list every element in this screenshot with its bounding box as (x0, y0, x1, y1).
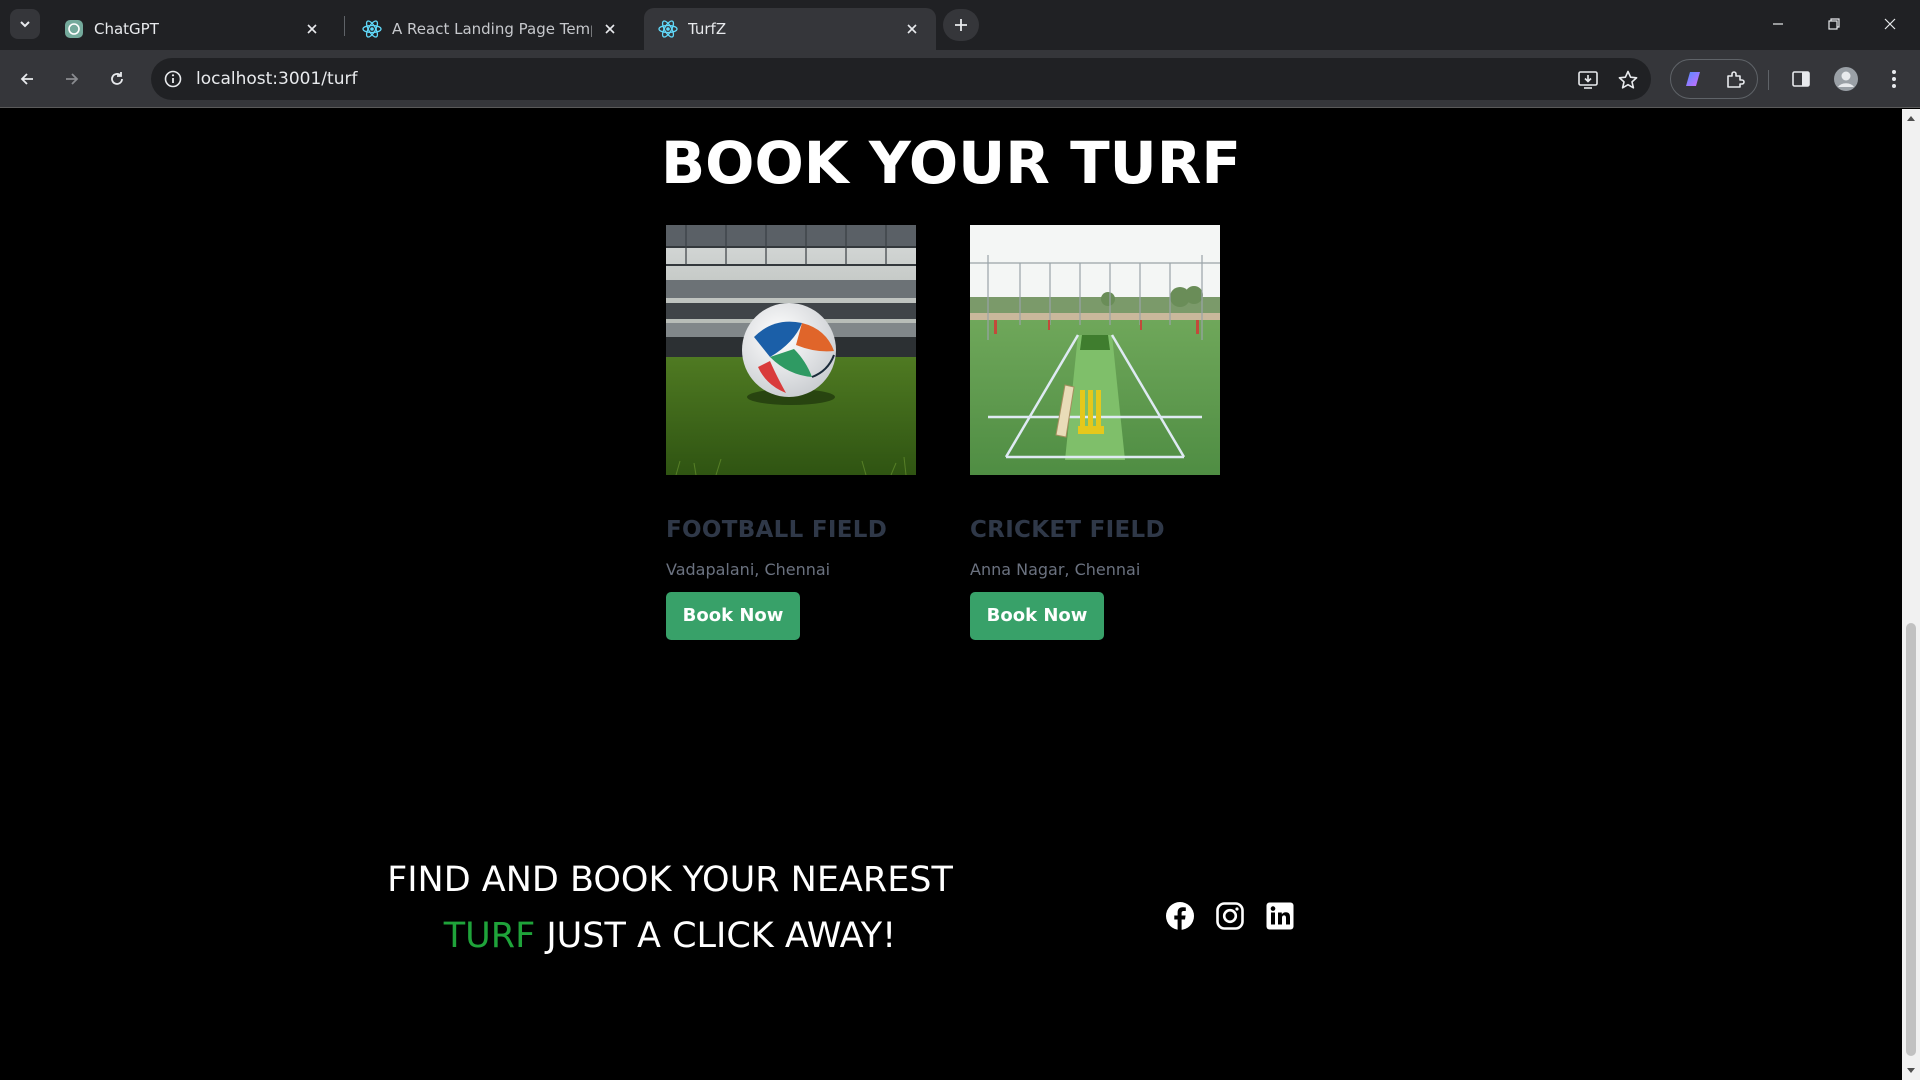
reload-button[interactable] (100, 62, 134, 96)
react-icon (362, 19, 382, 39)
tagline-highlight: TURF (443, 916, 536, 956)
tab-separator (344, 16, 345, 36)
more-vertical-icon (1892, 70, 1896, 88)
close-icon[interactable] (902, 19, 922, 39)
scrollbar-thumb[interactable] (1906, 623, 1916, 1056)
linkedin-icon[interactable] (1264, 900, 1296, 932)
tagline-rest: JUST A CLICK AWAY! (535, 916, 897, 956)
tagline-line-1: FIND AND BOOK YOUR NEAREST (387, 860, 953, 900)
cricket-field-image (970, 225, 1220, 475)
arrow-right-icon (66, 73, 79, 85)
tab-turfz[interactable]: TurfZ (644, 8, 936, 50)
tab-strip: ChatGPT A React Landing Page Templat Tur… (0, 0, 1920, 50)
tagline-line-2: TURF JUST A CLICK AWAY! (345, 908, 995, 964)
react-icon (658, 19, 678, 39)
chatgpt-icon (64, 19, 84, 39)
scroll-up-icon[interactable] (1906, 113, 1916, 123)
tab-title: ChatGPT (94, 20, 159, 38)
avatar (1834, 67, 1858, 91)
page-title: BOOK YOUR TURF (660, 129, 1242, 197)
site-info-icon[interactable] (161, 67, 185, 91)
bookmark-star-icon[interactable] (1614, 66, 1642, 94)
back-button[interactable] (10, 62, 44, 96)
card-title: CRICKET FIELD (970, 517, 1165, 543)
page-viewport: BOOK YOUR TURF FOOTBALL FIELD Vadapalani… (0, 109, 1902, 1080)
tab-title: A React Landing Page Templat (392, 20, 592, 38)
puzzle-icon[interactable] (1723, 67, 1747, 91)
close-window-button[interactable] (1862, 0, 1918, 48)
tab-react-landing[interactable]: A React Landing Page Templat (348, 8, 634, 50)
facebook-icon[interactable] (1164, 900, 1196, 932)
vertical-scrollbar[interactable] (1902, 109, 1920, 1080)
footer-tagline: FIND AND BOOK YOUR NEAREST TURF JUST A C… (345, 852, 995, 964)
book-now-button[interactable]: Book Now (970, 592, 1104, 640)
tab-chatgpt[interactable]: ChatGPT (50, 8, 336, 50)
turf-card-cricket: CRICKET FIELD Anna Nagar, Chennai Book N… (970, 225, 1220, 640)
side-panel-icon (1792, 71, 1810, 87)
plus-icon (955, 19, 967, 31)
football-field-image (666, 225, 916, 475)
side-panel-button[interactable] (1784, 62, 1818, 96)
browser-toolbar: localhost:3001/turf (0, 50, 1920, 108)
address-bar[interactable]: localhost:3001/turf (151, 58, 1651, 100)
chevron-down-icon (20, 21, 30, 28)
minimize-button[interactable] (1750, 0, 1806, 48)
url-text[interactable]: localhost:3001/turf (196, 69, 357, 89)
arrow-left-icon (20, 73, 33, 85)
profile-button[interactable] (1829, 62, 1863, 96)
install-app-icon[interactable] (1574, 66, 1602, 94)
extensions-group (1670, 59, 1758, 99)
close-icon[interactable] (600, 19, 620, 39)
turf-card-football: FOOTBALL FIELD Vadapalani, Chennai Book … (666, 225, 916, 640)
card-title: FOOTBALL FIELD (666, 517, 888, 543)
scroll-down-icon[interactable] (1906, 1066, 1916, 1076)
menu-button[interactable] (1877, 62, 1911, 96)
card-location: Anna Nagar, Chennai (970, 560, 1141, 579)
book-now-button[interactable]: Book Now (666, 592, 800, 640)
close-icon[interactable] (302, 19, 322, 39)
forward-button[interactable] (55, 62, 89, 96)
toolbar-separator (1768, 70, 1769, 90)
tab-title: TurfZ (688, 20, 727, 38)
card-location: Vadapalani, Chennai (666, 560, 831, 579)
instagram-icon[interactable] (1214, 900, 1246, 932)
ai-extension-icon[interactable] (1681, 67, 1705, 91)
new-tab-button[interactable] (943, 9, 979, 41)
close-icon (1884, 18, 1896, 30)
reload-icon (111, 72, 123, 85)
tab-search-button[interactable] (10, 9, 40, 39)
restore-icon (1828, 18, 1840, 30)
restore-button[interactable] (1806, 0, 1862, 48)
minimize-icon (1773, 23, 1783, 25)
